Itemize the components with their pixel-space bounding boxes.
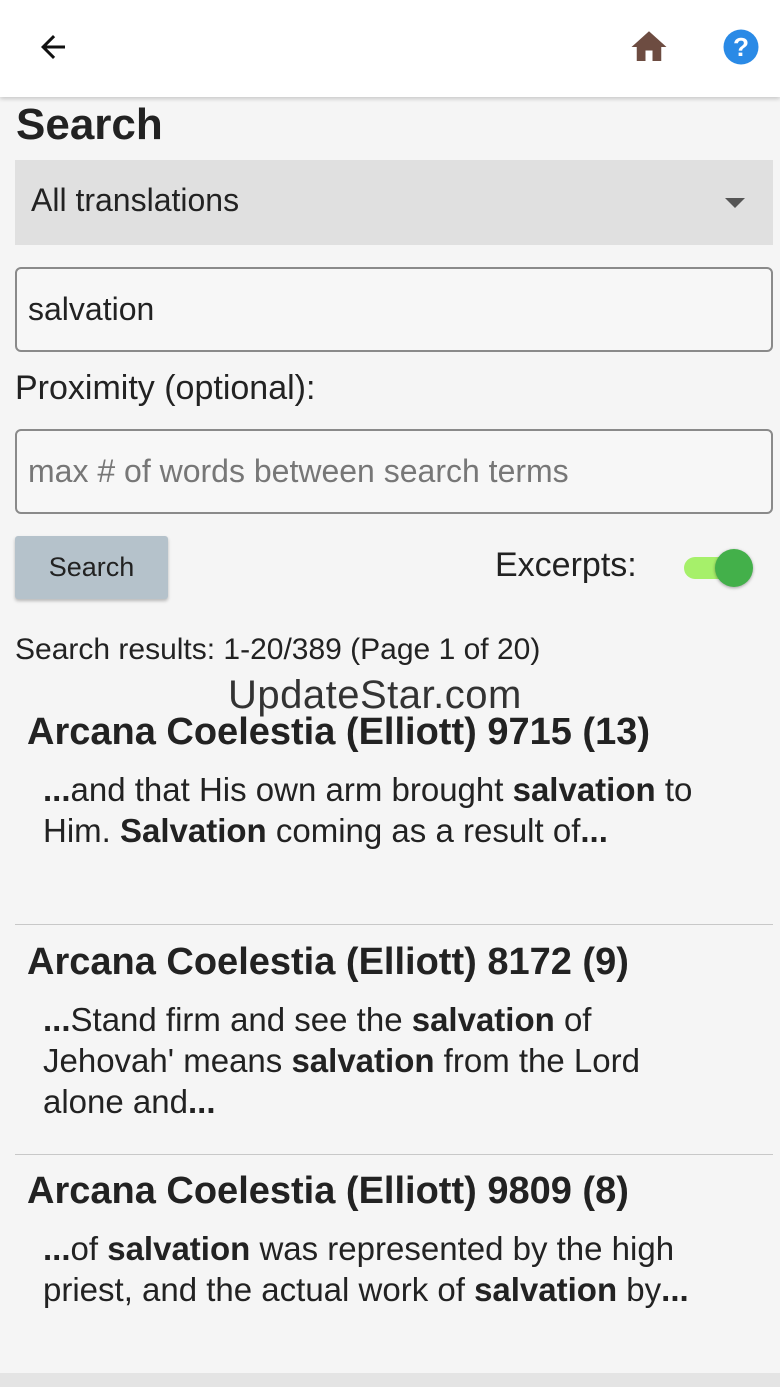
excerpt-highlight: ...	[43, 1001, 71, 1038]
result-title: Arcana Coelestia (Elliott) 8172 (9)	[27, 941, 629, 983]
divider	[15, 1154, 773, 1155]
caret-down-icon	[725, 198, 745, 208]
home-button[interactable]	[626, 24, 672, 70]
page-title: Search	[16, 100, 163, 149]
svg-text:?: ?	[733, 32, 749, 62]
excerpt-highlight: salvation	[107, 1230, 251, 1267]
help-circle-icon: ?	[723, 29, 759, 65]
excerpt-highlight: salvation	[512, 771, 656, 808]
excerpt-highlight: salvation	[474, 1271, 618, 1308]
result-title: Arcana Coelestia (Elliott) 9809 (8)	[27, 1170, 629, 1212]
excerpt-text: of	[70, 1230, 108, 1267]
excerpt-highlight: ...	[661, 1271, 689, 1308]
proximity-input[interactable]	[17, 431, 771, 512]
excerpt-highlight: Salvation	[120, 812, 267, 849]
app-bar: ?	[0, 0, 780, 97]
search-button[interactable]: Search	[15, 536, 168, 599]
excerpt-text: Stand firm and see the	[70, 1001, 412, 1038]
proximity-field-wrapper	[15, 429, 773, 514]
excerpt-highlight: salvation	[291, 1042, 435, 1079]
excerpt-text: by	[617, 1271, 662, 1308]
search-term-input[interactable]	[17, 269, 771, 350]
toggle-thumb	[715, 549, 753, 587]
home-icon	[631, 31, 667, 61]
search-term-field-wrapper	[15, 267, 773, 352]
excerpt-highlight: salvation	[411, 1001, 555, 1038]
excerpt-highlight: ...	[187, 1083, 216, 1120]
watermark: UpdateStar.com	[228, 673, 522, 717]
divider	[15, 924, 773, 925]
excerpt-highlight: ...	[43, 771, 71, 808]
bottom-edge	[0, 1373, 780, 1387]
translation-select[interactable]: All translations	[15, 160, 773, 245]
help-button[interactable]: ?	[718, 24, 764, 70]
excerpt-highlight: ...	[580, 812, 608, 849]
results-summary: Search results: 1-20/389 (Page 1 of 20)	[15, 633, 541, 666]
excerpt-text: and that His own arm brought	[70, 771, 513, 808]
excerpt-text: coming as a result of	[266, 812, 581, 849]
translation-select-value: All translations	[31, 182, 240, 218]
excerpts-label: Excerpts:	[495, 546, 637, 584]
excerpts-toggle[interactable]	[682, 548, 754, 588]
result-excerpt: ...and that His own arm brought salvatio…	[43, 769, 703, 851]
result-excerpt: ...of salvation was represented by the h…	[43, 1228, 703, 1310]
excerpt-highlight: ...	[43, 1230, 71, 1267]
result-excerpt: ...Stand firm and see the salvation of J…	[43, 999, 703, 1122]
proximity-label: Proximity (optional):	[15, 369, 316, 407]
arrow-left-icon	[41, 35, 65, 59]
back-button[interactable]	[30, 24, 76, 70]
